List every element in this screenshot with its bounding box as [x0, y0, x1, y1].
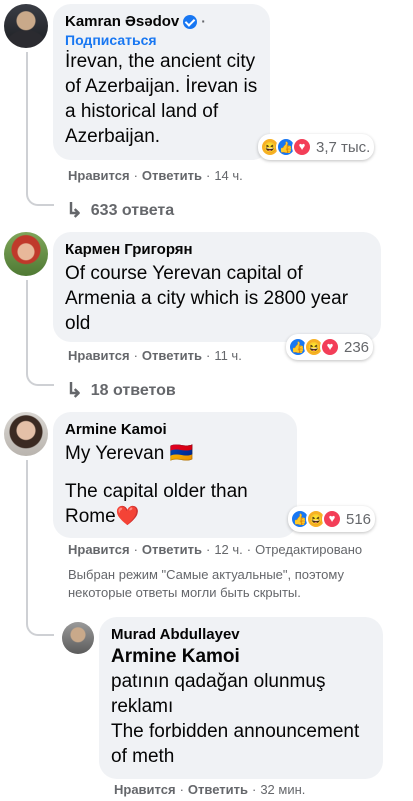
avatar[interactable]: [62, 622, 94, 654]
like-button[interactable]: Нравится: [114, 782, 176, 797]
replies-count: 18 ответов: [90, 381, 176, 399]
mention-link[interactable]: Armine Kamoi: [111, 644, 371, 669]
edited-label[interactable]: Отредактировано: [255, 542, 362, 557]
comment-text: patının qadağan olunmuş reklamı The forb…: [111, 671, 360, 767]
timestamp[interactable]: 12 ч.: [214, 542, 242, 557]
reaction-summary[interactable]: 😆 👍 ♥ 3,7 тыс.: [258, 134, 375, 160]
author-name[interactable]: Kamran Əsədov: [65, 12, 179, 31]
author-name[interactable]: Armine Kamoi: [65, 420, 167, 439]
comment-actions: Нравится · Ответить · 32 мин.: [114, 782, 306, 797]
thread-line-3: [26, 460, 28, 620]
avatar[interactable]: [4, 232, 48, 276]
separator-dot: ·: [201, 13, 206, 29]
reply-button[interactable]: Ответить: [142, 542, 202, 557]
reply-button[interactable]: Ответить: [142, 168, 202, 183]
reply-arrow-icon: ↳: [66, 380, 83, 402]
reaction-summary[interactable]: 👍 😆 ♥ 236: [286, 334, 374, 360]
filter-notice: Выбран режим "Самые актуальные", поэтому…: [68, 567, 344, 600]
comment-text: İrevan, the ancient city of Azerbaijan. …: [65, 51, 258, 147]
like-button[interactable]: Нравится: [68, 542, 130, 557]
timestamp[interactable]: 11 ч.: [214, 348, 242, 363]
verified-badge-icon: [183, 14, 198, 29]
timestamp[interactable]: 32 мин.: [260, 782, 305, 797]
comment-text-line: My Yerevan 🇦🇲: [65, 443, 194, 464]
reply-button[interactable]: Ответить: [188, 782, 248, 797]
comment-bubble: Kamran Əsədov · Подписаться İrevan, the …: [53, 4, 270, 160]
comment-actions: Нравится · Ответить · 12 ч. · Отредактир…: [68, 542, 363, 557]
avatar[interactable]: [4, 4, 48, 48]
like-button[interactable]: Нравится: [68, 168, 130, 183]
thread-line-1: [26, 52, 28, 192]
love-icon: ♥: [322, 509, 342, 529]
reaction-count: 516: [346, 510, 372, 528]
reply-bubble: Murad Abdullayev Armine Kamoi patının qa…: [99, 617, 383, 779]
comment-bubble: Armine Kamoi My Yerevan 🇦🇲 The capital o…: [53, 412, 297, 538]
love-icon: ♥: [292, 137, 312, 157]
comment-bubble: Кармен Григорян Of course Yerevan capita…: [53, 232, 381, 342]
reaction-count: 236: [344, 338, 370, 356]
avatar[interactable]: [4, 412, 48, 456]
view-replies-link[interactable]: ↳ 633 ответа: [66, 198, 174, 223]
thread-curve-2: [26, 360, 54, 386]
author-name[interactable]: Murad Abdullayev: [111, 625, 240, 644]
comment-actions: Нравится · Ответить · 11 ч.: [68, 348, 242, 363]
thread-line-2: [26, 280, 28, 370]
love-icon: ♥: [320, 337, 340, 357]
thread-curve-1: [26, 180, 54, 206]
reply-button[interactable]: Ответить: [142, 348, 202, 363]
view-replies-link[interactable]: ↳ 18 ответов: [66, 378, 176, 403]
replies-count: 633 ответа: [90, 201, 175, 219]
like-button[interactable]: Нравится: [68, 348, 130, 363]
comment-text: Of course Yerevan capital of Armenia a c…: [65, 263, 349, 334]
comment-text-line: The capital older than Rome❤️: [65, 481, 248, 527]
subscribe-button[interactable]: Подписаться: [65, 31, 258, 49]
thread-curve-3: [26, 606, 54, 636]
reaction-count: 3,7 тыс.: [316, 138, 371, 156]
author-name[interactable]: Кармен Григорян: [65, 240, 193, 259]
comment-actions: Нравится · Ответить · 14 ч.: [68, 168, 243, 183]
reaction-summary[interactable]: 👍 😆 ♥ 516: [288, 506, 376, 532]
reply-arrow-icon: ↳: [66, 200, 83, 222]
timestamp[interactable]: 14 ч.: [214, 168, 242, 183]
